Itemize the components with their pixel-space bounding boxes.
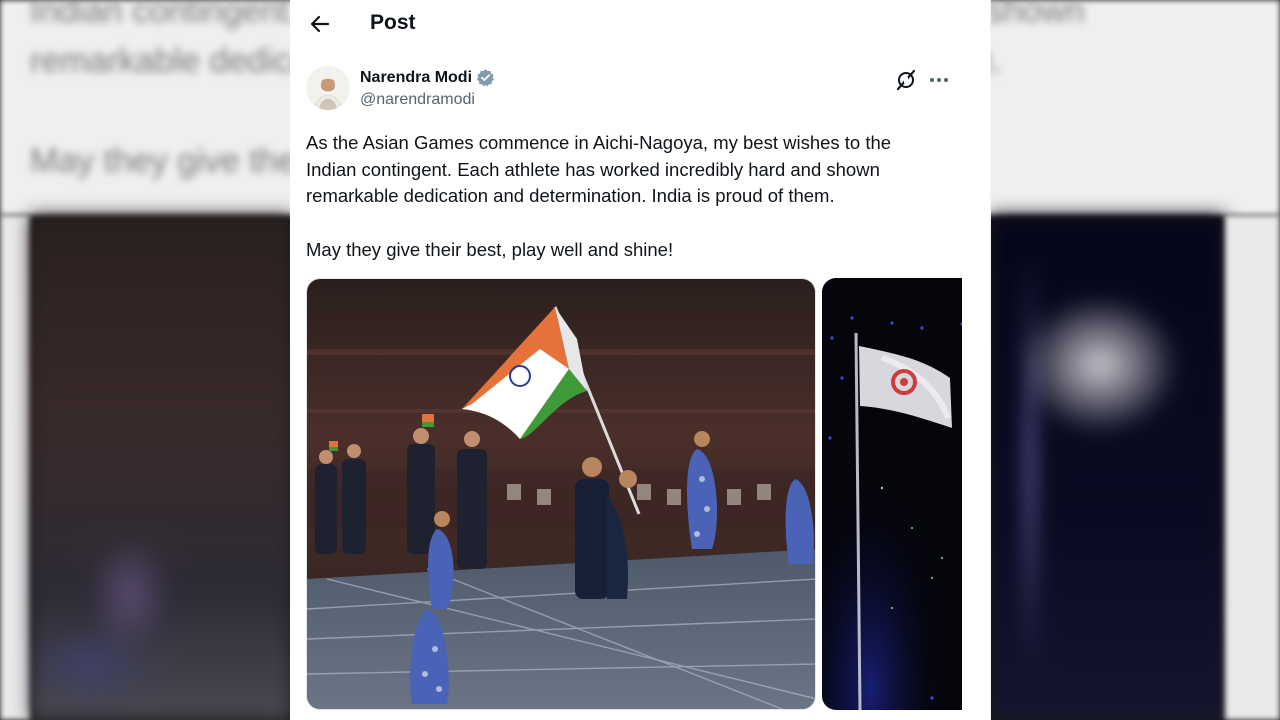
avatar[interactable] [306, 66, 350, 110]
page-title: Post [370, 11, 416, 34]
photo-flag-bearers[interactable] [306, 278, 816, 710]
grok-button[interactable] [894, 68, 918, 92]
back-button[interactable] [306, 10, 334, 38]
post-text: As the Asian Games commence in Aichi-Nag… [306, 132, 892, 260]
backdrop-left-strip [0, 215, 30, 720]
more-options-icon [930, 78, 948, 82]
grok-icon [896, 69, 916, 91]
author-name[interactable]: Narendra Modi [360, 69, 472, 87]
photo-flag-bearers-image [307, 279, 815, 709]
photo-asian-games-flag-image [822, 278, 962, 710]
post-media [306, 278, 962, 710]
photo-asian-games-flag[interactable] [822, 278, 962, 710]
author-handle[interactable]: @narendramodi [360, 91, 475, 109]
arrow-left-icon [310, 15, 330, 33]
avatar-image [306, 66, 350, 110]
backdrop-image-right [990, 215, 1225, 720]
backdrop-right-strip [1225, 215, 1280, 720]
author-name-row: Narendra Modi [360, 68, 495, 87]
backdrop-image-left [30, 215, 292, 720]
verified-badge-icon [476, 69, 495, 87]
author-row: Narendra Modi @narendramodi [306, 66, 976, 116]
post-header: Post [290, 0, 990, 48]
more-options-button[interactable] [926, 68, 952, 92]
post-panel: Post Narendra Modi @narendramodi As the … [290, 0, 991, 720]
